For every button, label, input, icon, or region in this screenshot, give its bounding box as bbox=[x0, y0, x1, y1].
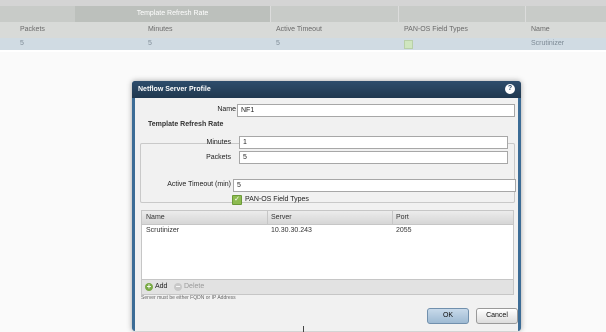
server-grid: Name Server Port Scrutinizer 10.30.30.24… bbox=[141, 210, 514, 295]
packets-label: Packets bbox=[206, 154, 231, 161]
column-divider bbox=[270, 6, 271, 22]
group-header-template-refresh-rate: Template Refresh Rate bbox=[75, 6, 270, 22]
active-timeout-label: Active Timeout (min) bbox=[167, 181, 231, 188]
grid-column-header-name[interactable]: Name bbox=[146, 211, 165, 224]
column-header-active-timeout[interactable]: Active Timeout bbox=[276, 22, 322, 38]
template-refresh-rate-legend: Template Refresh Rate bbox=[146, 121, 226, 128]
dialog-title: Netflow Server Profile bbox=[138, 86, 211, 93]
grid-column-header-server[interactable]: Server bbox=[271, 211, 292, 224]
grid-cell-name[interactable]: Scrutinizer bbox=[146, 225, 179, 237]
name-label: Name bbox=[217, 106, 236, 113]
background-table: Template Refresh Rate Packets Minutes Ac… bbox=[0, 0, 606, 50]
column-divider bbox=[398, 6, 399, 22]
column-divider bbox=[392, 211, 393, 224]
grid-cell-port: 2055 bbox=[396, 227, 412, 234]
grid-cell-server: 10.30.30.243 bbox=[271, 227, 312, 234]
cell-pan-os-checkbox-icon bbox=[404, 40, 413, 49]
netflow-server-profile-dialog: Netflow Server Profile ? Name NF1 Templa… bbox=[132, 81, 521, 331]
minutes-field[interactable]: 1 bbox=[239, 136, 508, 149]
grid-toolbar: + Add − Delete bbox=[142, 279, 513, 294]
name-field[interactable]: NF1 bbox=[237, 104, 515, 117]
dialog-body: Name NF1 Template Refresh Rate Minutes 1… bbox=[135, 98, 518, 331]
active-timeout-field[interactable]: 5 bbox=[233, 179, 516, 192]
help-icon[interactable]: ? bbox=[505, 84, 515, 94]
table-row[interactable]: Scrutinizer 10.30.30.243 2055 bbox=[142, 225, 513, 237]
column-divider bbox=[525, 6, 526, 22]
mouse-cursor-icon bbox=[303, 326, 304, 332]
cell-packets: 5 bbox=[20, 40, 24, 47]
table-row[interactable]: 5 5 5 Scrutinizer bbox=[0, 38, 606, 50]
column-header-packets[interactable]: Packets bbox=[20, 22, 45, 38]
minutes-label: Minutes bbox=[206, 139, 231, 146]
column-header-minutes[interactable]: Minutes bbox=[148, 22, 173, 38]
delete-button: Delete bbox=[184, 283, 205, 290]
grid-column-header-port[interactable]: Port bbox=[396, 211, 409, 224]
dialog-title-bar[interactable]: Netflow Server Profile ? bbox=[132, 81, 521, 98]
column-header-pan-os-field-types[interactable]: PAN-OS Field Types bbox=[404, 22, 468, 38]
delete-icon: − bbox=[174, 282, 182, 291]
cell-minutes: 5 bbox=[148, 40, 152, 47]
column-header-name[interactable]: Name bbox=[531, 22, 550, 38]
packets-field[interactable]: 5 bbox=[239, 151, 508, 164]
cancel-button[interactable]: Cancel bbox=[476, 308, 518, 324]
cell-name[interactable]: Scrutinizer bbox=[531, 38, 564, 50]
add-button[interactable]: Add bbox=[155, 280, 167, 294]
pan-os-field-types-label: PAN-OS Field Types bbox=[245, 196, 309, 203]
cell-active-timeout: 5 bbox=[276, 40, 280, 47]
server-hint-text: Server must be either FQDN or IP Address bbox=[141, 295, 236, 301]
add-icon[interactable]: + bbox=[145, 283, 153, 291]
background-column-headers: Packets Minutes Active Timeout PAN-OS Fi… bbox=[0, 22, 606, 38]
column-divider bbox=[267, 211, 268, 224]
background-group-header: Template Refresh Rate bbox=[0, 6, 606, 22]
grid-header: Name Server Port bbox=[142, 211, 513, 225]
pan-os-field-types-checkbox[interactable]: ✓ bbox=[232, 195, 242, 205]
ok-button[interactable]: OK bbox=[427, 308, 469, 324]
